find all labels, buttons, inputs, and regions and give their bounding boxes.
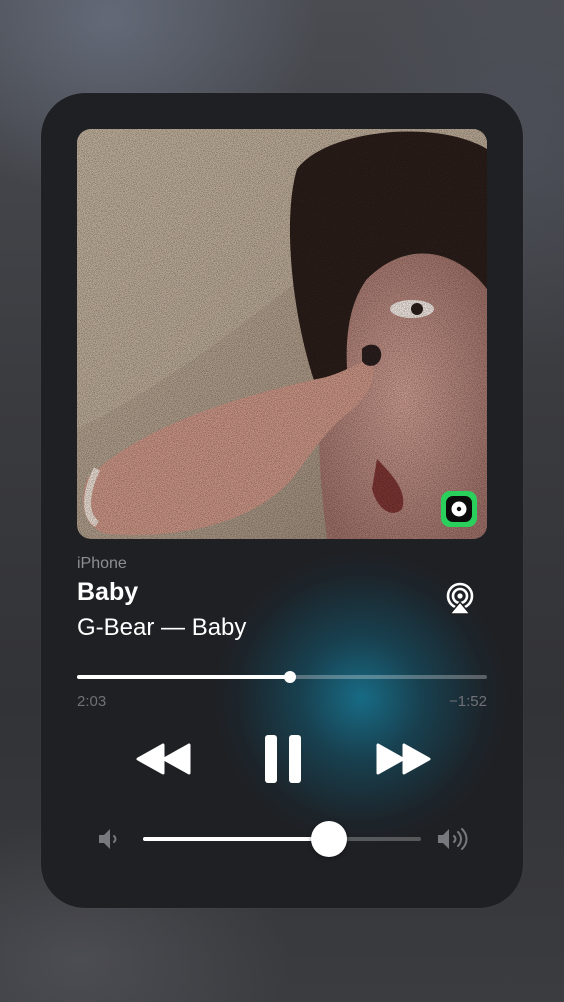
volume-level-fill (143, 837, 330, 841)
artist-album-label: G-Bear — Baby (77, 614, 247, 641)
playback-scrubber-knob[interactable] (284, 671, 297, 683)
airplay-button[interactable] (442, 581, 478, 617)
output-device-label: iPhone (77, 555, 127, 572)
volume-slider[interactable] (143, 821, 421, 857)
now-playing-card: iPhone Baby G-Bear — Baby 2:03 −1:52 (41, 93, 523, 908)
speaker-high-icon (438, 828, 468, 850)
rewind-icon (136, 743, 191, 775)
song-title: Baby (77, 578, 139, 606)
airplay-icon (446, 582, 474, 615)
speaker-low-icon (99, 829, 117, 849)
previous-track-button[interactable] (129, 737, 199, 781)
elapsed-time: 2:03 (77, 693, 107, 710)
volume-min-indicator (96, 826, 122, 852)
pause-icon (265, 735, 301, 783)
album-artwork[interactable] (77, 129, 487, 539)
next-track-button[interactable] (368, 737, 438, 781)
fast-forward-icon (376, 743, 431, 775)
artwork-image (77, 129, 487, 539)
music-app-icon[interactable] (441, 491, 477, 527)
playback-progress-fill (77, 675, 291, 679)
remaining-time: −1:52 (449, 693, 487, 710)
volume-max-indicator (435, 826, 475, 852)
volume-slider-knob[interactable] (311, 821, 348, 857)
pause-button[interactable] (253, 731, 313, 787)
playback-scrubber[interactable] (77, 671, 487, 683)
